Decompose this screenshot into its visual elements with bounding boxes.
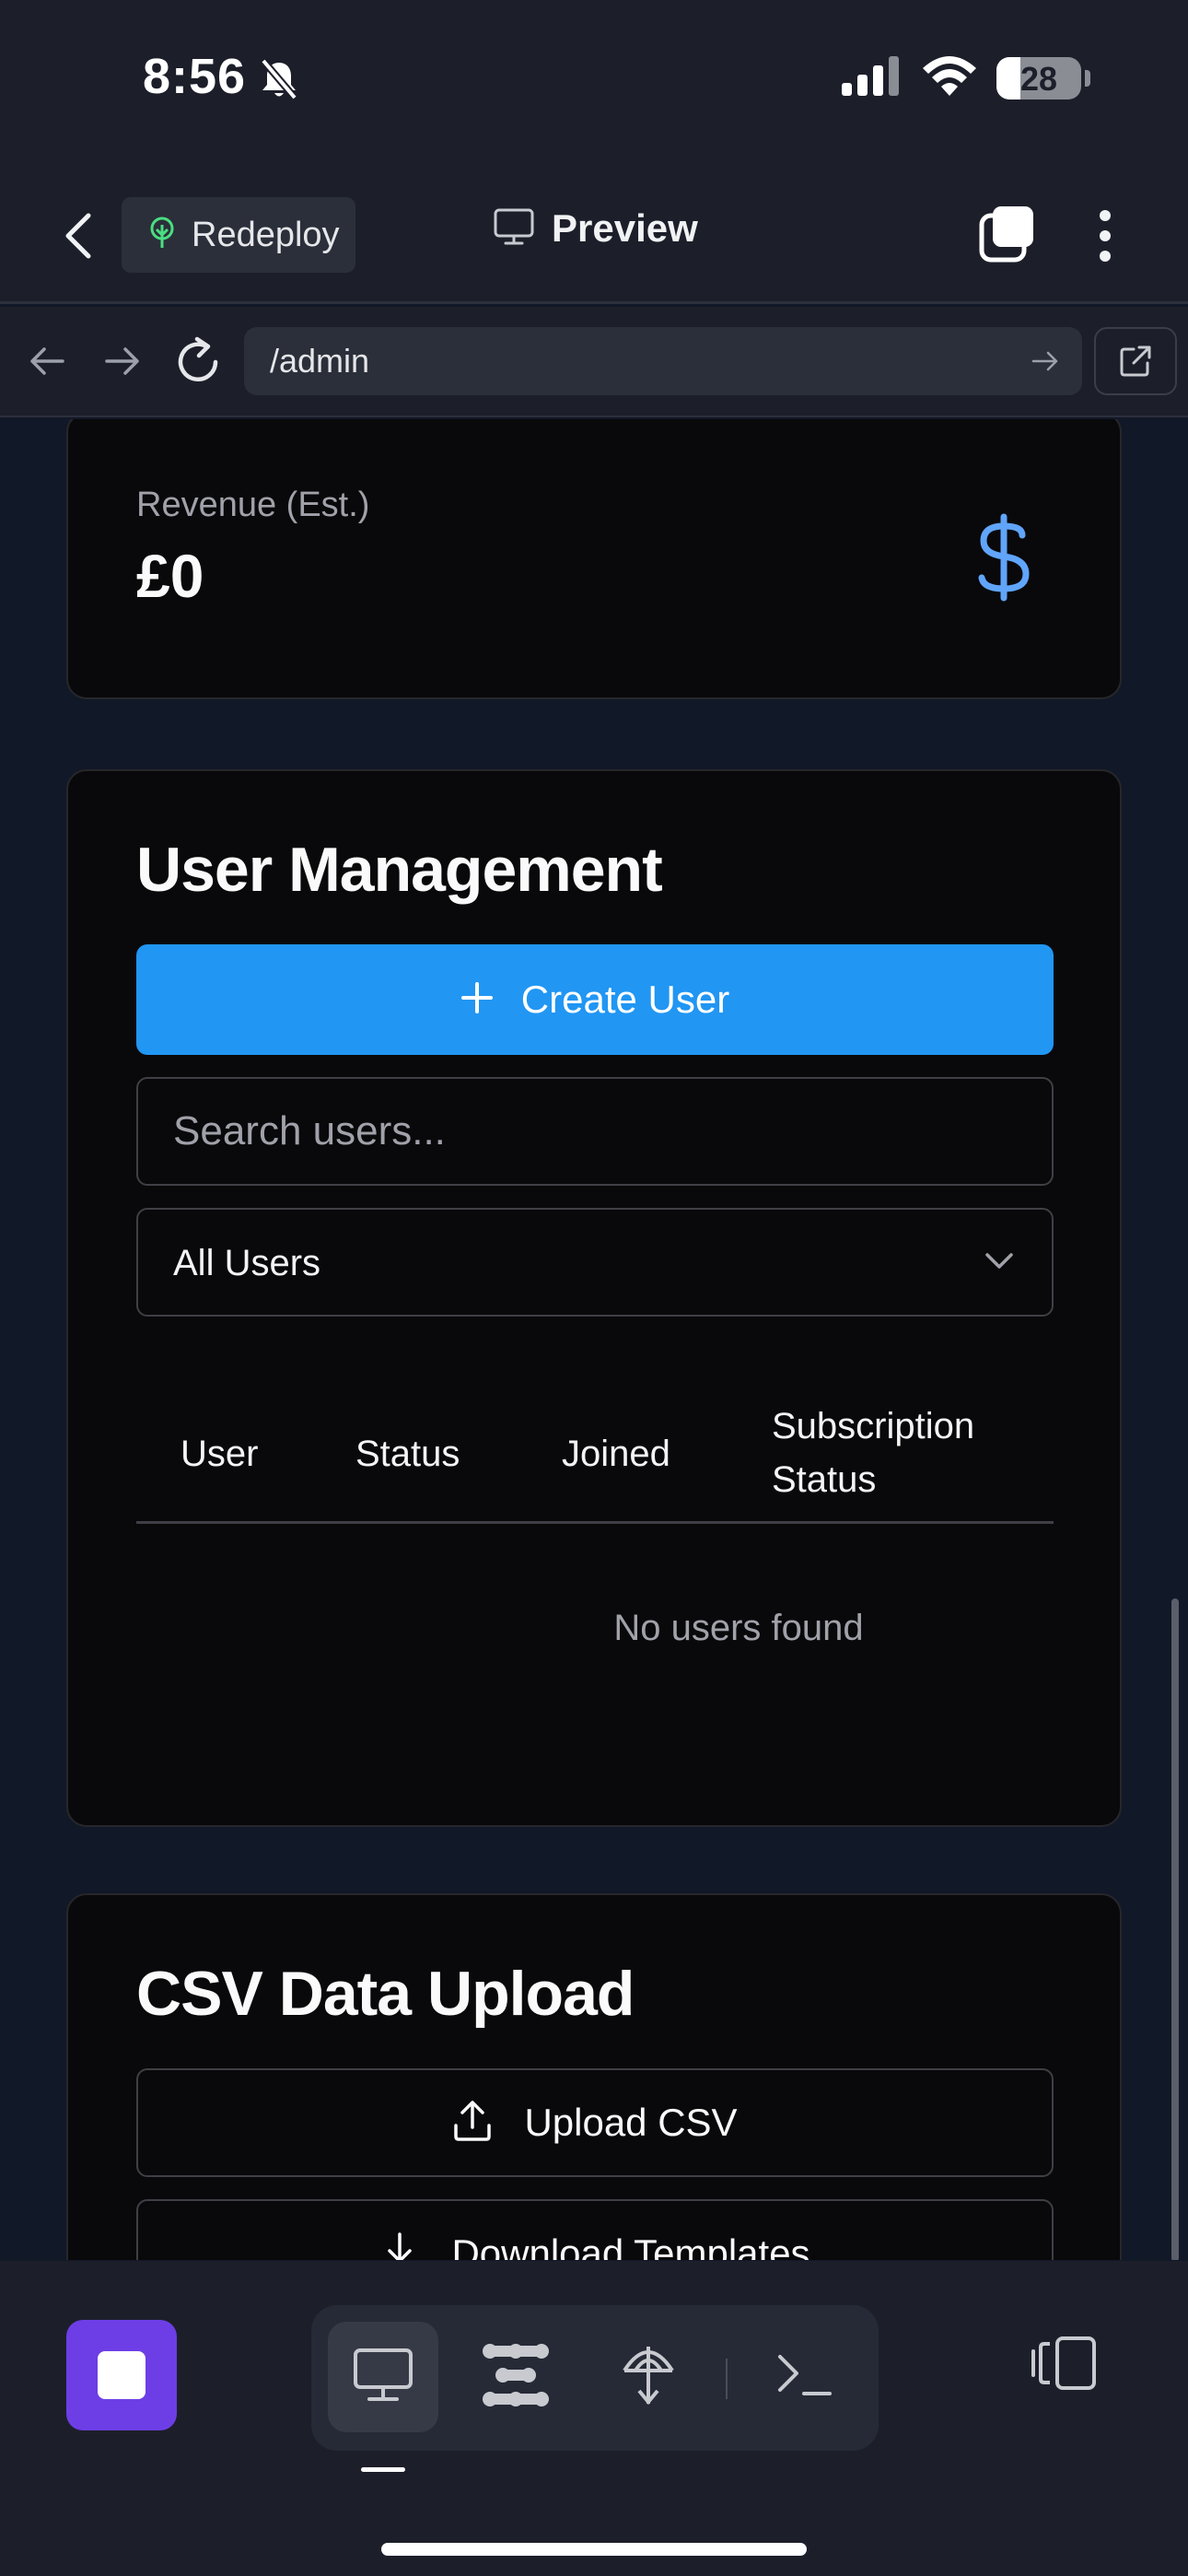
app-header: Redeploy Preview [0, 166, 1188, 304]
stop-button[interactable] [66, 2320, 177, 2430]
page-scrollbar[interactable] [1171, 1598, 1179, 2260]
revenue-value: £0 [136, 542, 204, 610]
arrow-right-icon[interactable] [101, 340, 144, 387]
search-input[interactable] [138, 1079, 1052, 1184]
revenue-label: Revenue (Est.) [136, 486, 370, 524]
upload-csv-label: Upload CSV [524, 2101, 738, 2144]
preview-label: Preview [552, 206, 698, 250]
battery-percent: 28 [1019, 60, 1058, 98]
arrow-left-icon[interactable] [26, 340, 68, 387]
csv-upload-title: CSV Data Upload [136, 1959, 635, 2029]
download-templates-button[interactable]: Download Templates [136, 2199, 1054, 2260]
plus-icon [460, 981, 494, 1019]
table-header-divider [136, 1521, 1054, 1524]
create-user-label: Create User [520, 978, 730, 1021]
wifi-icon [921, 55, 978, 102]
more-vertical-icon[interactable] [1092, 206, 1118, 265]
dollar-icon [974, 513, 1033, 606]
url-field[interactable]: /admin [244, 327, 1082, 395]
column-header-subscription-status: Subscription Status [772, 1406, 975, 1500]
redeploy-button[interactable]: Redeploy [122, 197, 355, 273]
redeploy-label: Redeploy [192, 215, 340, 254]
tool-divider [726, 2359, 728, 2399]
column-header-user: User [181, 1434, 259, 1474]
bottom-toolbar [0, 2261, 1188, 2576]
user-management-card: User Management Create User All Users Us… [66, 769, 1122, 1827]
url-text: /admin [270, 342, 370, 380]
column-header-status: Status [355, 1434, 460, 1474]
battery-nub [1085, 70, 1090, 87]
download-icon [379, 2231, 420, 2260]
upload-icon [452, 2100, 493, 2147]
chevron-down-icon [984, 1250, 1015, 1277]
user-filter-value: All Users [173, 1243, 321, 1283]
empty-state-text: No users found [613, 1608, 864, 1648]
device-toggle-icon[interactable] [1030, 2335, 1100, 2396]
monitor-icon [353, 2348, 413, 2407]
revenue-card: Revenue (Est.) £0 [66, 419, 1122, 699]
battery-icon: 28 [996, 57, 1081, 100]
status-bar: 8:56 28 [0, 0, 1188, 166]
tool-preview[interactable] [328, 2322, 438, 2432]
page-content: Revenue (Est.) £0 User Management Create… [0, 419, 1188, 2260]
url-row: /admin [0, 307, 1188, 417]
user-filter-select[interactable]: All Users [136, 1208, 1054, 1317]
tool-switcher [311, 2305, 879, 2451]
stop-icon [98, 2351, 146, 2399]
tool-terminal[interactable] [750, 2322, 860, 2432]
reload-icon[interactable] [175, 334, 223, 391]
tool-apps[interactable] [460, 2322, 571, 2432]
chevron-left-icon[interactable] [57, 210, 101, 262]
create-user-button[interactable]: Create User [136, 944, 1054, 1055]
preview-title[interactable]: Preview [493, 206, 698, 251]
home-indicator[interactable] [381, 2543, 807, 2556]
bell-slash-icon [258, 57, 300, 106]
tool-deploy[interactable] [593, 2322, 704, 2432]
download-templates-label: Download Templates [451, 2231, 810, 2260]
monitor-icon [493, 207, 535, 251]
arrow-right-small-icon[interactable] [1031, 347, 1060, 380]
active-tool-indicator [361, 2467, 405, 2472]
upload-csv-button[interactable]: Upload CSV [136, 2068, 1054, 2177]
apps-icon [481, 2342, 551, 2413]
deploy-tree-icon [147, 217, 177, 254]
deploy-icon [621, 2343, 676, 2412]
cellular-signal-icon [840, 55, 904, 102]
column-header-joined: Joined [562, 1434, 670, 1474]
terminal-icon [776, 2351, 833, 2404]
external-link-icon[interactable] [1094, 327, 1177, 395]
csv-upload-card: CSV Data Upload Upload CSV Download Temp… [66, 1893, 1122, 2260]
status-time: 8:56 [143, 49, 247, 104]
user-management-title: User Management [136, 835, 663, 905]
search-users-field [136, 1077, 1054, 1186]
tabs-icon[interactable] [978, 205, 1037, 263]
